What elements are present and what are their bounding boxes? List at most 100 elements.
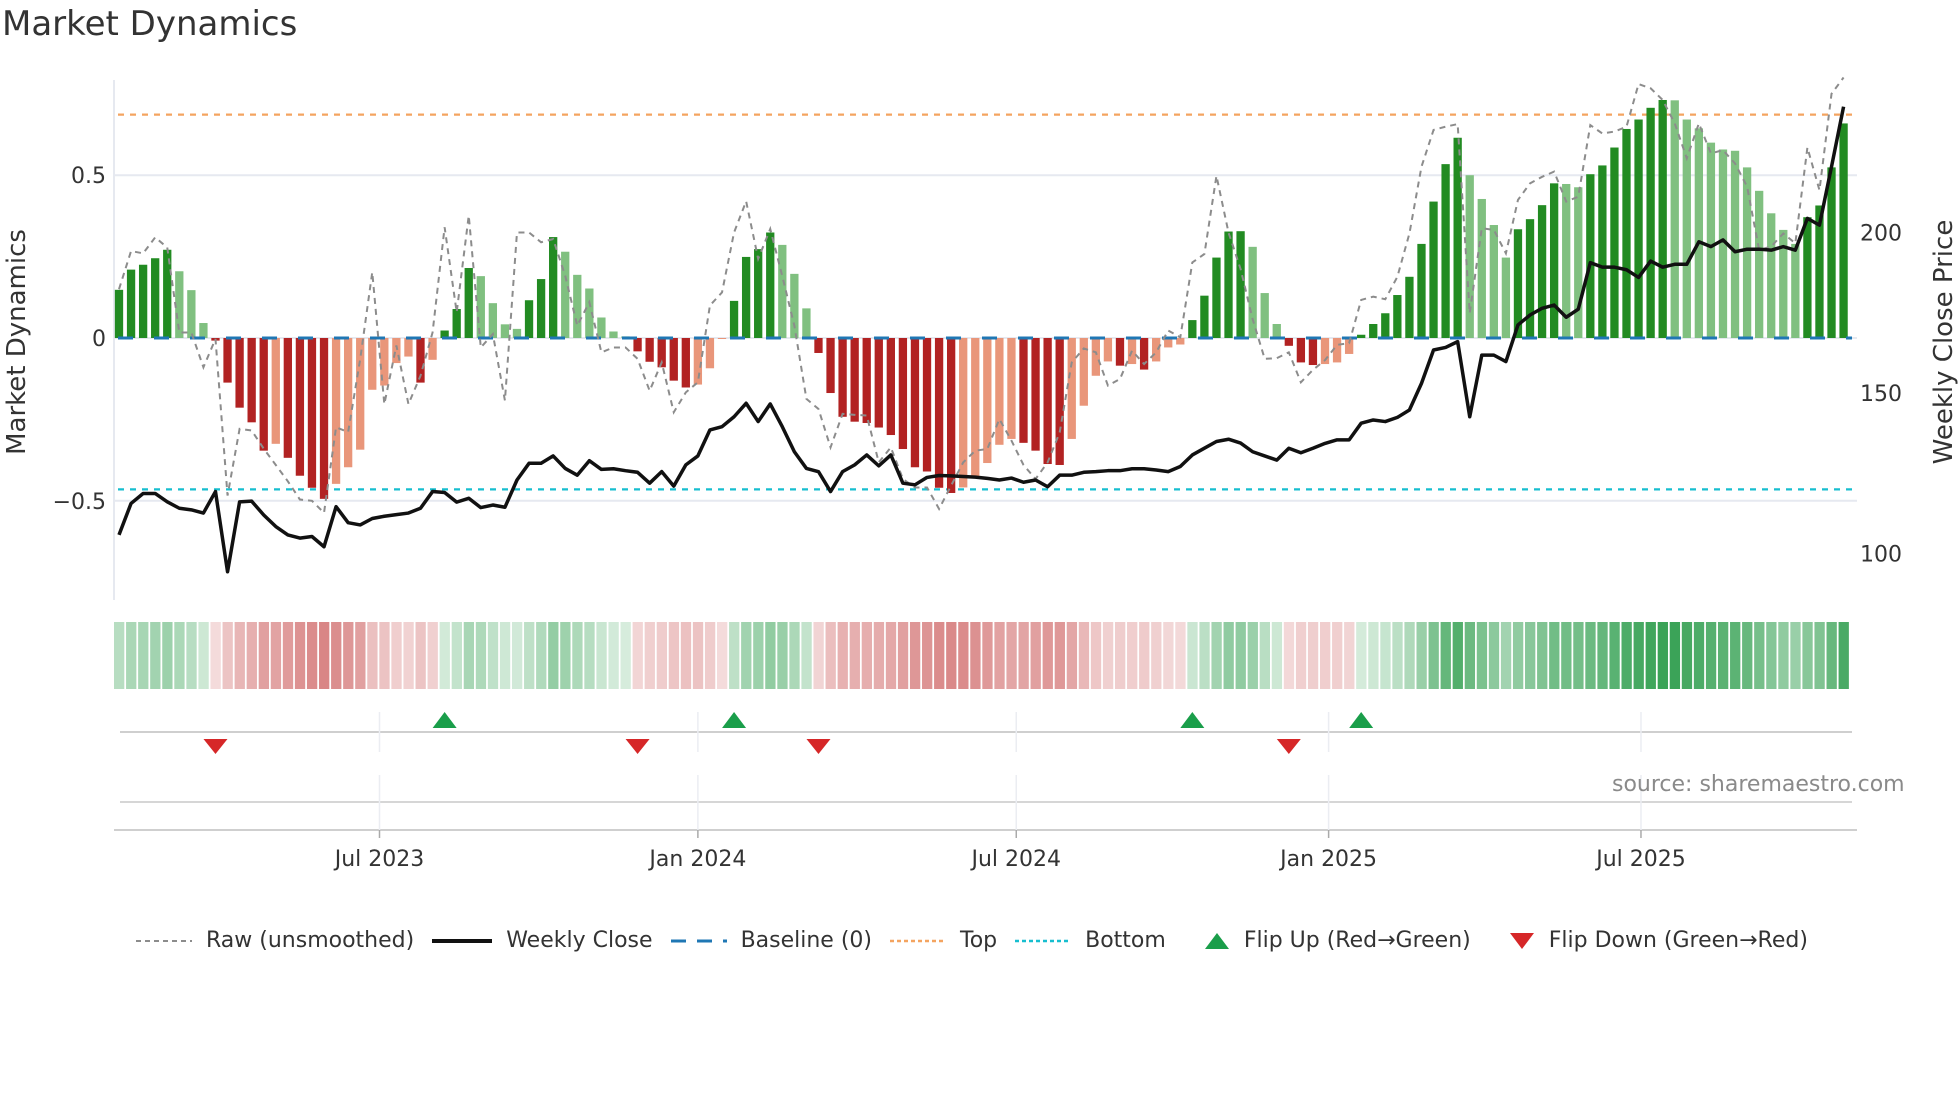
dynamics-bar [959,338,968,488]
regime-cell [1175,622,1186,689]
regime-cell [777,622,788,689]
source-credit: source: sharemaestro.com [1612,772,1905,797]
regime-cell [1344,622,1355,689]
y2-axis-title: Weekly Close Price [1929,220,1959,465]
dynamics-bar [1308,338,1318,366]
dynamics-bar [1682,119,1691,338]
dynamics-bar [1755,190,1764,338]
dynamics-bar [1670,100,1679,338]
dynamics-bar [1791,243,1800,338]
regime-cell [1838,622,1849,689]
regime-cell [343,622,354,689]
regime-cell [1645,622,1656,689]
regime-strip [114,622,1849,689]
legend-close[interactable]: Weekly Close [432,928,653,953]
regime-cell [138,622,149,689]
legend-top[interactable]: Top [890,928,997,953]
dynamics-bar [645,338,654,362]
dynamics-bar [1634,119,1643,338]
dynamics-bar [1007,338,1016,439]
dynamics-bar [1730,150,1740,338]
legend-bottom[interactable]: Bottom [1015,928,1166,953]
dynamics-bar [1393,295,1402,338]
dynamics-bar [187,290,196,338]
dynamics-bar [1405,276,1414,338]
regime-cell [970,622,981,689]
regime-cell [1054,622,1065,689]
regime-cell [680,622,692,689]
regime-cell [1102,622,1114,689]
dynamics-bar [971,338,980,478]
regime-cell [319,622,330,689]
dynamics-bar [1272,323,1281,338]
flip-up-marker [1180,712,1205,728]
legend-label: Raw (unsmoothed) [206,928,415,953]
dynamics-bar [138,264,148,338]
regime-cell [873,622,885,689]
dynamics-bar [1188,320,1197,338]
dynamics-bar [452,309,461,338]
legend-label: Flip Down (Green→Red) [1548,928,1808,953]
dynamics-bar [729,300,739,338]
flip-down-marker [806,739,831,754]
dynamics-bar [283,338,292,458]
regime-cell [765,622,776,689]
regime-cell [174,622,185,689]
dynamics-bar [597,317,606,338]
dynamics-bar [1067,338,1076,439]
dynamics-bar [223,338,232,383]
dynamics-bar [1200,295,1209,338]
dynamics-bar [1767,213,1776,338]
regime-cell [222,622,233,689]
regime-cell [1428,622,1439,689]
regime-cell [1187,622,1198,689]
regime-cell [487,622,499,689]
dynamics-bar [235,338,244,408]
regime-cell [1802,622,1813,689]
dynamics-bar [995,338,1004,445]
legend-raw[interactable]: Raw (unsmoothed) [136,928,414,953]
legend-flip-up[interactable]: Flip Up (Red→Green) [1204,928,1471,953]
regime-cell [1271,622,1283,689]
regime-cell [198,622,209,689]
regime-cell [644,622,655,689]
regime-cell [1609,622,1620,689]
dynamics-bar [934,338,944,488]
regime-cell [1006,622,1017,689]
dynamics-bar [1694,128,1704,338]
dynamics-bar [247,338,256,423]
dynamics-bar [741,256,751,338]
solid-line-swatch-icon [432,938,493,943]
y-tick-label: 0 [92,327,106,352]
regime-cell [415,622,426,689]
regime-cell [958,622,969,689]
dynamics-bar [500,324,510,338]
dynamics-bar [1284,338,1293,346]
legend-flip-down[interactable]: Flip Down (Green→Red) [1509,928,1808,953]
regime-cell [717,622,728,689]
dynamics-bar [1248,246,1257,338]
dynamics-bar [428,338,437,360]
y-tick-label: 0.5 [71,164,106,189]
dynamics-bar [1610,147,1619,338]
regime-cell [632,622,643,689]
legend-baseline[interactable]: Baseline (0) [670,928,872,953]
regime-cell [1585,622,1596,689]
dynamics-bar [573,274,582,338]
regime-cell [1790,622,1801,689]
regime-cell [463,622,475,689]
dashed-line-swatch-icon [136,939,192,942]
dynamics-bar [1441,164,1450,338]
dynamics-bar [1827,167,1836,338]
dynamics-bar [1115,338,1125,366]
regime-cell [1247,622,1258,689]
regime-cell [391,622,402,689]
dynamics-bar [814,338,823,353]
dynamics-bar [307,338,317,488]
x-tick-label: Jul 2024 [969,847,1061,872]
regime-cell [1223,622,1234,689]
dynamics-bar [1212,257,1221,338]
dynamics-bar [259,338,268,451]
dynamics-bar [1742,167,1752,338]
regime-cell [1452,622,1463,689]
